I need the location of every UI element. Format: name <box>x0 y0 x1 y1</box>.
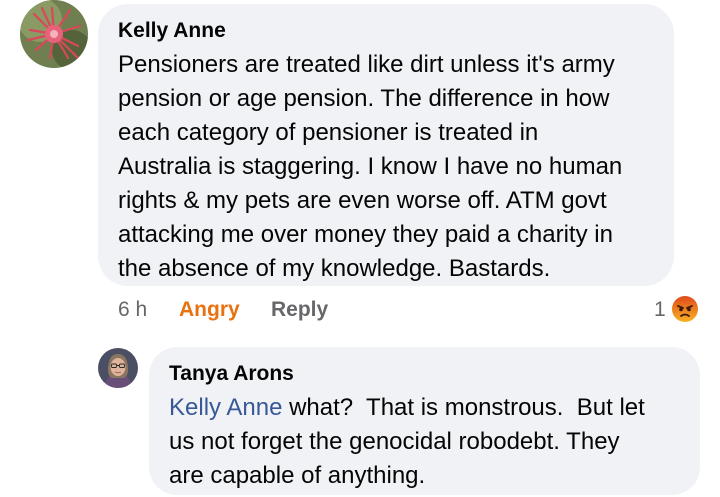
comment-actions: 6 h Angry Reply <box>118 297 418 323</box>
reply-bubble: Tanya Arons Kelly Anne what? That is mon… <box>149 347 700 495</box>
avatar[interactable] <box>20 0 88 68</box>
comment-text-line: pension or age pension. The difference i… <box>118 85 610 112</box>
angry-reaction-button[interactable]: Angry <box>179 297 240 323</box>
avatar[interactable] <box>98 348 138 388</box>
angry-emoji-icon <box>670 294 700 324</box>
woman-portrait-avatar-icon <box>98 348 138 388</box>
grevillea-flower-avatar-icon <box>20 0 88 68</box>
reply-button[interactable]: Reply <box>271 297 328 323</box>
reply-text-line: us not forget the genocidal robodebt. Th… <box>169 428 620 455</box>
reply-text-line: Kelly Anne what? That is monstrous. But … <box>169 391 680 425</box>
comment-text-line: Pensioners are treated like dirt unless … <box>118 51 615 78</box>
comment-text-line: rights & my pets are even worse off. ATM… <box>118 187 607 214</box>
reply-text-fragment: what? That is monstrous. But let <box>282 394 645 421</box>
reaction-count: 1 <box>654 298 666 321</box>
comment-kelly-anne: Kelly Anne Pensioners are treated like d… <box>0 0 720 330</box>
comment-text-line: attacking me over money they paid a char… <box>118 221 613 248</box>
comment-bubble: Kelly Anne Pensioners are treated like d… <box>98 4 674 286</box>
reply-text-line: are capable of anything. <box>169 462 426 489</box>
reply-tanya-arons: Tanya Arons Kelly Anne what? That is mon… <box>0 340 720 497</box>
comment-text-line: Australia is staggering. I know I have n… <box>118 153 623 180</box>
reply-author[interactable]: Tanya Arons <box>169 361 680 387</box>
comment-timestamp[interactable]: 6 h <box>118 297 147 323</box>
mention-link[interactable]: Kelly Anne <box>169 394 282 421</box>
comment-text-line: the absence of my knowledge. Bastards. <box>118 255 551 282</box>
reaction-summary[interactable]: 1 <box>648 294 708 326</box>
comment-text-line: each category of pensioner is treated in <box>118 119 539 146</box>
comment-author[interactable]: Kelly Anne <box>118 18 654 44</box>
